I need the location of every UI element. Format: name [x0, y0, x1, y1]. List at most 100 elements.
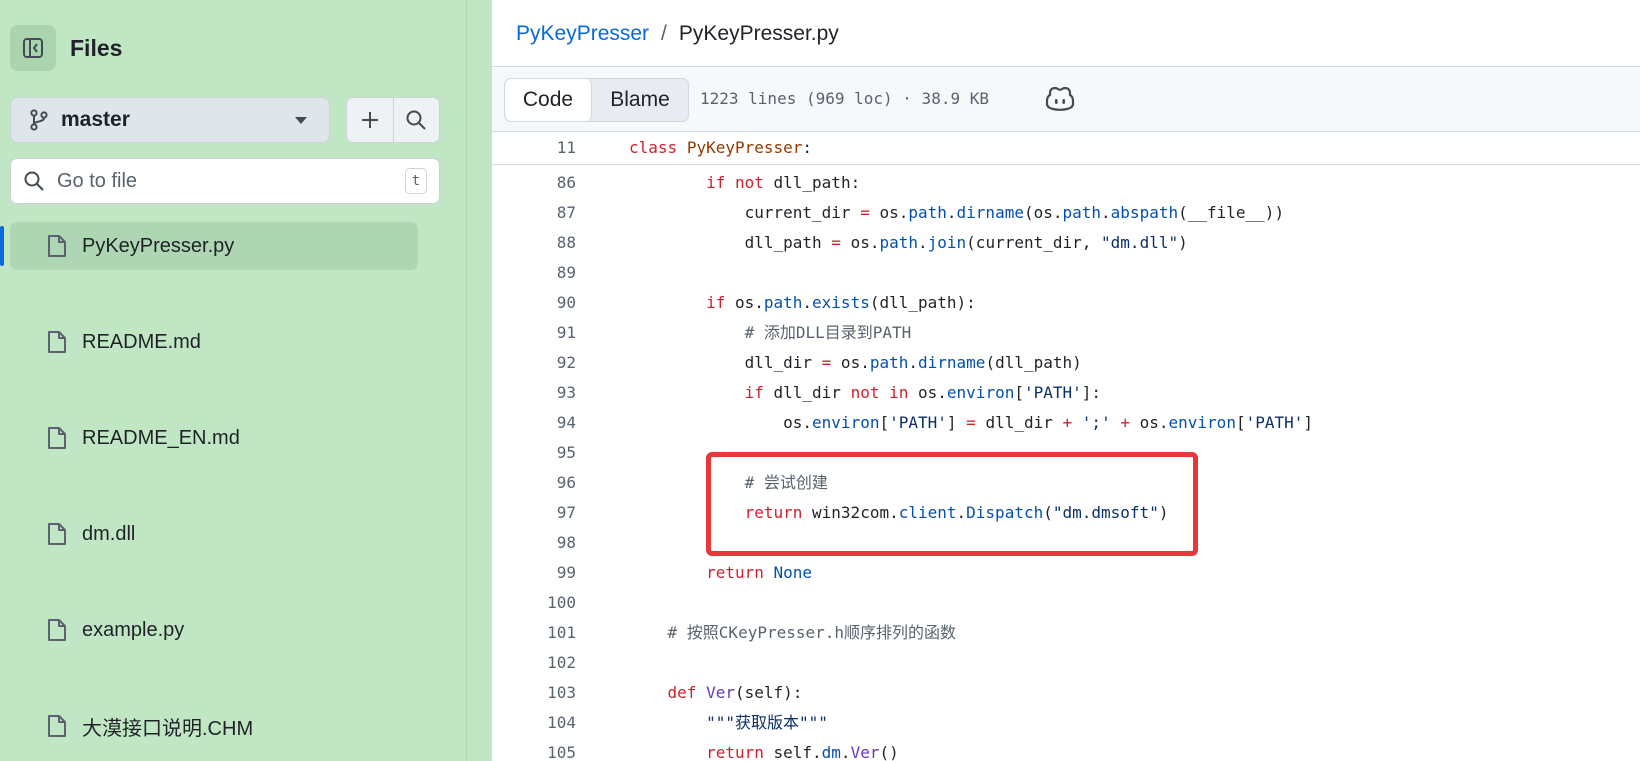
code-token: os. [629, 413, 813, 432]
file-tree-item-label: dm.dll [82, 522, 136, 545]
code-token: : [802, 138, 813, 157]
code-token: os. [831, 353, 870, 372]
keyboard-shortcut-hint: t [405, 168, 427, 194]
file-tree-item[interactable]: example.py [10, 606, 418, 654]
file-tree-item[interactable]: 大漠接口说明.CHM [10, 702, 418, 750]
line-number[interactable]: 93 [492, 378, 576, 408]
code-token: ) [1158, 503, 1169, 522]
code-text: return None [629, 558, 812, 588]
line-number[interactable]: 92 [492, 348, 576, 378]
code-viewer[interactable]: 11 class PyKeyPresser: 86 if not dll_path… [492, 133, 1640, 761]
line-number[interactable]: 97 [492, 498, 576, 528]
code-token: ] [1303, 413, 1314, 432]
line-number[interactable]: 96 [492, 468, 576, 498]
code-token: client [898, 503, 957, 522]
code-line: 86 if not dll_path: [492, 168, 1640, 198]
code-text: dll_path = os.path.join(current_dir, "dm… [629, 228, 1188, 258]
code-text: """获取版本""" [629, 708, 828, 738]
code-text: # 按照CKeyPresser.h顺序排列的函数 [629, 618, 957, 648]
line-number[interactable]: 105 [492, 738, 576, 761]
code-token: os. [869, 203, 909, 222]
code-line: 103 def Ver(self): [492, 678, 1640, 708]
search-icon [406, 110, 426, 130]
code-line: 98 [492, 528, 1640, 558]
search-icon [24, 171, 44, 191]
file-icon [48, 523, 66, 545]
line-number[interactable]: 98 [492, 528, 576, 558]
collapse-sidebar-button[interactable] [10, 25, 56, 71]
plus-icon [361, 112, 378, 128]
code-token: PyKeyPresser [686, 138, 803, 157]
code-line: 105 return self.dm.Ver() [492, 738, 1640, 761]
line-number[interactable]: 101 [492, 618, 576, 648]
line-number[interactable]: 95 [492, 438, 576, 468]
line-number[interactable]: 90 [492, 288, 576, 318]
tab-blame[interactable]: Blame [592, 79, 688, 121]
code-token: = [860, 203, 870, 222]
code-text: def Ver(self): [629, 678, 803, 708]
code-token: [ [1235, 413, 1246, 432]
code-token: os. [1129, 413, 1169, 432]
code-text: class PyKeyPresser: [629, 133, 812, 163]
code-token: = [966, 413, 976, 432]
breadcrumb-repo-link[interactable]: PyKeyPresser [516, 22, 649, 46]
file-tree-item[interactable]: README.md [10, 318, 418, 366]
line-number[interactable]: 11 [492, 133, 576, 163]
sticky-scope-header[interactable]: 11 class PyKeyPresser: [492, 133, 1640, 165]
line-number[interactable]: 99 [492, 558, 576, 588]
line-number[interactable]: 94 [492, 408, 576, 438]
copilot-icon[interactable] [1045, 85, 1075, 113]
line-number[interactable]: 88 [492, 228, 576, 258]
code-token: 'PATH' [1023, 383, 1082, 402]
go-to-file-search[interactable]: t [10, 158, 440, 204]
line-number[interactable]: 104 [492, 708, 576, 738]
line-number[interactable]: 89 [492, 258, 576, 288]
code-token: () [879, 743, 899, 761]
code-token: (current_dir, [966, 233, 1102, 252]
line-number[interactable]: 102 [492, 648, 576, 678]
code-line: 87 current_dir = os.path.dirname(os.path… [492, 198, 1640, 228]
search-code-button[interactable] [392, 98, 440, 142]
line-number[interactable]: 91 [492, 318, 576, 348]
line-number[interactable]: 86 [492, 168, 576, 198]
file-icon [48, 715, 66, 737]
line-number[interactable]: 100 [492, 588, 576, 618]
code-token: ';' [1081, 413, 1111, 432]
code-token: # 添加DLL目录到PATH [744, 323, 912, 342]
code-text: # 添加DLL目录到PATH [629, 318, 912, 348]
code-line: 102 [492, 648, 1640, 678]
go-to-file-input[interactable] [55, 168, 405, 194]
code-line: 90 if os.path.exists(dll_path): [492, 288, 1640, 318]
line-number[interactable]: 87 [492, 198, 576, 228]
file-tree-item[interactable]: PyKeyPresser.py [0, 222, 418, 270]
code-token: if [706, 293, 726, 312]
code-token: (self): [734, 683, 803, 702]
sidebar-resize-handle[interactable] [466, 0, 492, 761]
file-toolbar: Code Blame 1223 lines (969 loc) · 38.9 K… [492, 66, 1640, 132]
line-number[interactable]: 103 [492, 678, 576, 708]
code-line: 88 dll_path = os.path.join(current_dir, … [492, 228, 1640, 258]
add-file-button[interactable] [347, 98, 393, 142]
breadcrumb-file-name: PyKeyPresser.py [678, 22, 839, 45]
active-item-indicator [0, 226, 4, 266]
code-line: 94 os.environ['PATH'] = dll_dir + ';' + … [492, 408, 1640, 438]
code-line: 97 return win32com.client.Dispatch("dm.d… [492, 498, 1640, 528]
code-token: win32com. [802, 503, 899, 522]
file-tree-item[interactable]: dm.dll [10, 510, 418, 558]
branch-selector[interactable]: master [10, 97, 330, 143]
file-tree-sidebar: Files master Go to file t PyKeyPresser.p… [0, 0, 466, 761]
code-token: # 尝试创建 [744, 473, 828, 492]
file-tree-item-label: example.py [82, 618, 185, 641]
file-tree-item[interactable]: README_EN.md [10, 414, 418, 462]
tab-code[interactable]: Code [505, 79, 592, 121]
